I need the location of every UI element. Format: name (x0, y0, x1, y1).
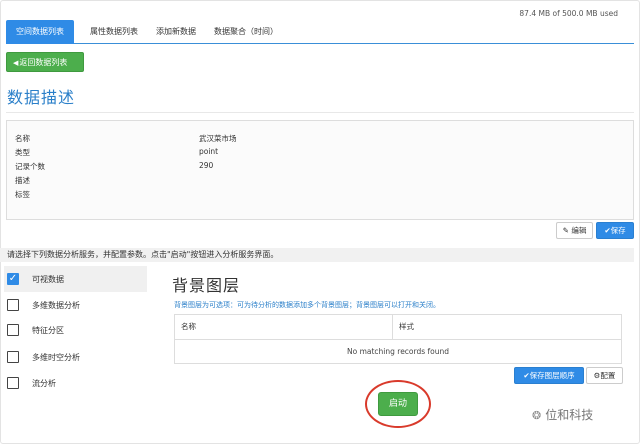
column-header-name[interactable]: 名称 (181, 315, 196, 339)
info-label-record-count: 记录个数 (15, 162, 45, 171)
background-layers-title: 背景图层 (172, 276, 241, 295)
checkbox-spatiotemporal-analysis[interactable] (7, 351, 19, 363)
divider (6, 112, 634, 113)
service-item-multidim-analysis[interactable]: 多维数据分析 (4, 292, 147, 318)
watermark-text: 位和科技 (545, 408, 594, 422)
tab-add-new-data[interactable]: 添加新数据 (146, 20, 206, 44)
save-button-label: 保存 (610, 226, 626, 235)
info-label-description: 描述 (15, 176, 30, 185)
data-info-panel: 名称 武汉菜市场 类型 point 记录个数 290 描述 标签 (6, 120, 634, 220)
checkbox-stream-analysis[interactable] (7, 377, 19, 389)
config-button[interactable]: ⚙配置 (586, 367, 623, 384)
info-value-type: point (199, 147, 219, 156)
save-button[interactable]: ✔保存 (596, 222, 634, 239)
save-layer-order-button[interactable]: ✔保存图层顺序 (514, 367, 584, 384)
info-value-name: 武汉菜市场 (199, 134, 237, 143)
checkbox-visual-data[interactable]: ✓ (7, 273, 19, 285)
tab-attribute-data-list[interactable]: 属性数据列表 (80, 20, 148, 44)
tab-data-aggregation-time[interactable]: 数据聚合（时间） (204, 20, 288, 44)
service-item-visual-data[interactable]: ✓ 可视数据 (4, 266, 147, 292)
info-value-record-count: 290 (199, 161, 214, 170)
watermark: ❂ 位和科技 (532, 406, 593, 423)
config-button-label: 配置 (600, 371, 616, 380)
edit-button-label: 编辑 (571, 226, 587, 235)
save-layer-order-label: 保存图层顺序 (529, 371, 575, 380)
checkbox-multidim-analysis[interactable] (7, 299, 19, 311)
service-item-feature-partition[interactable]: 特征分区 (4, 317, 147, 343)
column-separator (392, 315, 393, 339)
start-button[interactable]: 启动 (378, 392, 418, 416)
service-label: 多维数据分析 (32, 301, 80, 310)
tab-bar: 空间数据列表 属性数据列表 添加新数据 数据聚合（时间） (6, 20, 634, 44)
tab-spatial-data-list[interactable]: 空间数据列表 (6, 20, 74, 44)
checkbox-feature-partition[interactable] (7, 324, 19, 336)
service-label: 特征分区 (32, 326, 64, 335)
service-item-stream-analysis[interactable]: 流分析 (4, 370, 147, 396)
info-label-name: 名称 (15, 134, 30, 143)
background-layers-table: 名称 样式 No matching records found (174, 314, 622, 364)
column-header-style[interactable]: 样式 (399, 315, 414, 339)
check-icon: ✓ (8, 273, 18, 284)
edit-button[interactable]: ✎ 编辑 (556, 222, 593, 239)
header-divider (175, 339, 621, 340)
background-layers-help: 背景图层为可选项：可为待分析的数据添加多个背景图层；背景图层可以打开和关闭。 (174, 301, 440, 309)
page-title: 数据描述 (7, 88, 76, 107)
wechat-icon: ❂ (532, 409, 542, 422)
service-label: 可视数据 (32, 275, 64, 284)
service-label: 流分析 (32, 379, 56, 388)
edit-icon: ✎ (562, 226, 569, 235)
info-label-tags: 标签 (15, 190, 30, 199)
back-to-data-list-button[interactable]: ◀返回数据列表 (6, 52, 84, 72)
back-button-label: 返回数据列表 (19, 58, 68, 67)
service-item-spatiotemporal-analysis[interactable]: 多维时空分析 (4, 344, 147, 370)
empty-table-message: No matching records found (346, 347, 450, 356)
instruction-text: 请选择下列数据分析服务，并配置参数。点击"启动"按钮进入分析服务界面。 (0, 248, 634, 262)
service-label: 多维时空分析 (32, 353, 80, 362)
storage-usage: 87.4 MB of 500.0 MB used (519, 9, 618, 18)
info-label-type: 类型 (15, 148, 30, 157)
chevron-left-icon: ◀ (13, 59, 19, 67)
